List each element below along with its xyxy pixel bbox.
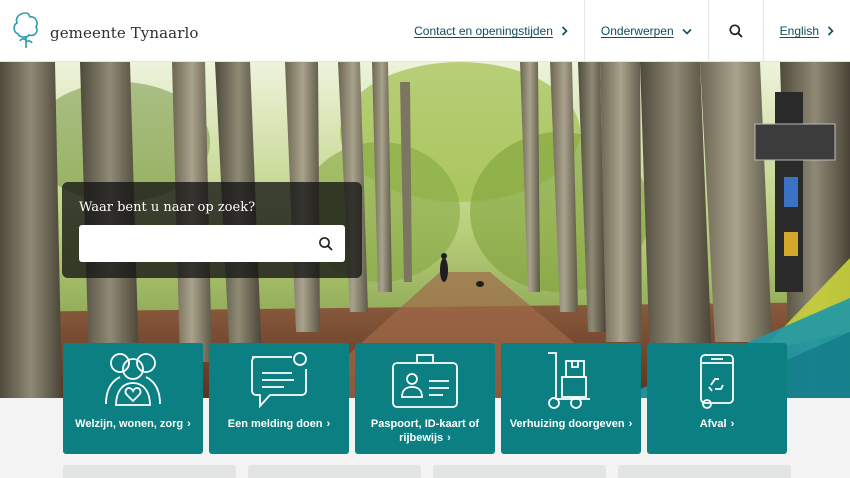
search-heading: Waar bent u naar op zoek? (79, 200, 256, 215)
secondary-cards (63, 465, 791, 478)
search-submit-button[interactable] (317, 235, 335, 253)
tile-melding[interactable]: Een melding doen › (209, 343, 349, 454)
site-header: gemeente Tynaarlo Contact en openingstij… (0, 0, 850, 62)
search-box (79, 225, 345, 262)
people-heart-icon (63, 349, 203, 413)
tile-label: Een melding doen › (227, 418, 331, 430)
chevron-right-icon: › (326, 418, 331, 430)
nav-language-label: English (779, 24, 819, 38)
nav-contact-label: Contact en openingstijden (414, 24, 553, 38)
chevron-down-icon (682, 28, 692, 35)
chevron-right-icon: › (730, 418, 735, 430)
tree-logo-icon (13, 12, 38, 48)
id-card-icon (355, 349, 495, 413)
info-card[interactable] (248, 465, 421, 478)
main-nav: Contact en openingstijden Onderwerpen En… (398, 0, 850, 62)
chevron-right-icon: › (628, 418, 633, 430)
tile-label: Verhuizing doorgeven › (509, 418, 633, 430)
nav-language-link[interactable]: English (762, 0, 850, 62)
logo-text: gemeente Tynaarlo (50, 24, 199, 42)
chevron-right-icon (827, 26, 834, 36)
tile-welzijn[interactable]: Welzijn, wonen, zorg › (63, 343, 203, 454)
tile-paspoort[interactable]: Paspoort, ID-kaart of rijbewijs › (355, 343, 495, 454)
nav-search-button[interactable] (707, 0, 763, 62)
hand-truck-icon (501, 349, 641, 413)
search-icon (319, 237, 333, 251)
info-card[interactable] (433, 465, 606, 478)
chat-bubble-icon (209, 349, 349, 413)
chevron-right-icon (561, 26, 568, 36)
tile-label: Afval › (699, 418, 735, 430)
search-input[interactable] (79, 225, 309, 262)
chevron-right-icon: › (187, 418, 191, 430)
info-card[interactable] (63, 465, 236, 478)
tile-afval[interactable]: Afval › (647, 343, 787, 454)
recycle-bin-icon (647, 349, 787, 413)
nav-contact-link[interactable]: Contact en openingstijden (398, 0, 584, 62)
nav-topics-label: Onderwerpen (600, 24, 674, 38)
tile-label: Welzijn, wonen, zorg › (75, 418, 191, 430)
tile-verhuizing[interactable]: Verhuizing doorgeven › (501, 343, 641, 454)
nav-topics-dropdown[interactable]: Onderwerpen (583, 0, 708, 62)
site-logo[interactable]: gemeente Tynaarlo (10, 10, 199, 52)
info-card[interactable] (618, 465, 791, 478)
top-tasks: Welzijn, wonen, zorg › Een melding doen › … (63, 343, 787, 454)
chevron-right-icon: › (447, 432, 451, 444)
search-panel: Waar bent u naar op zoek? (62, 182, 362, 278)
search-icon (729, 24, 743, 38)
tile-label: Paspoort, ID-kaart of rijbewijs › (370, 418, 480, 444)
